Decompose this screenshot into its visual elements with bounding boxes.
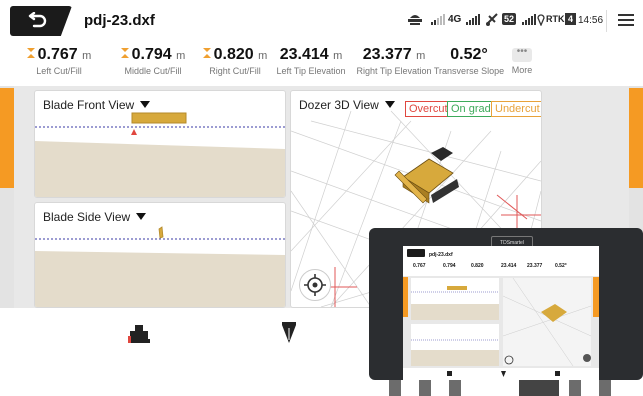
dozer-icon[interactable] xyxy=(128,324,150,344)
file-title: pdj-23.dxf xyxy=(84,12,155,29)
blade-front-canvas xyxy=(35,112,285,197)
device-screen-mini: pdj-23.dxf 0.767 0.794 0.820 23.414 23.3… xyxy=(403,246,599,380)
device-connector xyxy=(449,380,461,396)
cut-fill-icon xyxy=(26,48,35,58)
svg-text:0.767: 0.767 xyxy=(413,263,426,269)
back-button[interactable] xyxy=(10,6,72,36)
location-pin-icon xyxy=(537,14,545,26)
rtk-count: 4 xyxy=(565,13,577,25)
satellite-icon xyxy=(486,13,498,26)
gnss-signal-icon xyxy=(522,14,536,25)
blade-position-icon[interactable] xyxy=(281,322,297,344)
device-photo: TDSmartel pdj-23.dxf 0.767 0.794 0.820 2… xyxy=(369,222,643,396)
battery-level: 52 xyxy=(502,13,517,25)
network-type: 4G xyxy=(448,14,462,25)
dozer-model xyxy=(394,147,459,204)
top-bar: pdj-23.dxf 4G 52 RTK 4 14:56 xyxy=(0,0,643,42)
left-side-tab[interactable] xyxy=(0,86,14,308)
device-screen: pdj-23.dxf 0.767 0.794 0.820 23.414 23.3… xyxy=(403,246,599,380)
more-button[interactable]: ••• More xyxy=(502,46,542,76)
left-cut-fill: 0.767 m Left Cut/Fill xyxy=(14,46,104,76)
back-arrow-icon xyxy=(28,12,47,28)
legend-undercut: Undercut xyxy=(491,101,541,117)
device-connector xyxy=(419,380,431,396)
dozer-3d-view-title[interactable]: Dozer 3D View xyxy=(299,98,395,112)
machine-status-icon xyxy=(408,15,422,25)
blade-front-view-panel[interactable]: Blade Front View xyxy=(34,90,286,198)
metrics-bar: 0.767 m Left Cut/Fill 0.794 m Middle Cut… xyxy=(0,42,643,86)
header-divider xyxy=(606,10,607,32)
device-body: TDSmartel pdj-23.dxf 0.767 0.794 0.820 2… xyxy=(369,228,643,380)
device-connector xyxy=(569,380,581,396)
device-mini-title: pdj-23.dxf xyxy=(429,252,453,258)
svg-text:0.794: 0.794 xyxy=(443,263,456,269)
legend-overcut: Overcut xyxy=(405,101,452,117)
cut-fill-icon xyxy=(202,48,211,58)
blade-side-view-panel[interactable]: Blade Side View xyxy=(34,202,286,308)
blade-side-canvas xyxy=(35,226,285,307)
signal-bars-icon xyxy=(466,14,480,25)
transverse-slope: 0.52° Transverse Slope xyxy=(433,46,505,76)
svg-text:23.377: 23.377 xyxy=(527,263,543,269)
clock: 14:56 xyxy=(578,15,604,26)
recenter-button[interactable] xyxy=(299,269,331,301)
device-connector xyxy=(599,380,611,396)
middle-cut-fill: 0.794 m Middle Cut/Fill xyxy=(108,46,198,76)
svg-text:23.414: 23.414 xyxy=(501,263,517,269)
svg-text:0.52°: 0.52° xyxy=(555,263,567,269)
menu-icon[interactable] xyxy=(618,14,634,26)
target-icon xyxy=(304,274,326,296)
device-connector xyxy=(519,380,559,396)
rtk-label: RTK xyxy=(546,14,565,24)
more-icon: ••• xyxy=(512,47,532,62)
cut-fill-icon xyxy=(120,48,129,58)
svg-text:0.820: 0.820 xyxy=(471,263,484,269)
signal-strength-icon xyxy=(431,14,445,25)
dropdown-caret-icon xyxy=(384,101,395,108)
device-connector xyxy=(389,380,401,396)
